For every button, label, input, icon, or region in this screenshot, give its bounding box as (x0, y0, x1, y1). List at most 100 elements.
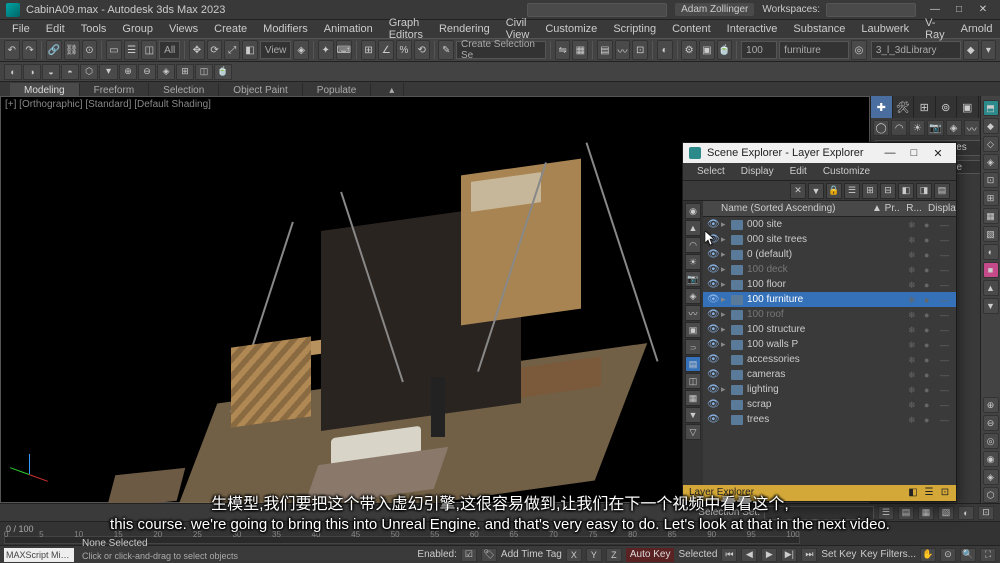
close-button[interactable]: ✕ (972, 3, 994, 17)
selected-label[interactable]: Selected (678, 549, 717, 560)
bind-button[interactable]: ⊙ (82, 40, 98, 60)
visibility-icon[interactable]: 👁 (707, 294, 721, 305)
setkey-label[interactable]: Set Key (821, 549, 856, 560)
layer-row[interactable]: 👁scrap❄●— (703, 397, 956, 412)
se-filter-warp[interactable]: 〰 (685, 305, 701, 321)
menu-content[interactable]: Content (664, 21, 719, 37)
render-flag[interactable]: ● (924, 340, 934, 350)
transform-y[interactable]: Y (586, 548, 602, 562)
strip-btn-7[interactable]: ▦ (983, 208, 999, 224)
maxscript-listener[interactable]: MAXScript Mi… (4, 548, 74, 562)
menu-group[interactable]: Group (114, 21, 161, 37)
layer-row[interactable]: 👁▸100 deck❄●— (703, 262, 956, 277)
sec-btn-9[interactable]: ⊞ (176, 64, 194, 80)
se-tb-search[interactable]: ✕ (790, 183, 806, 199)
render-frame-button[interactable]: ▣ (699, 40, 715, 60)
render-flag[interactable]: ● (924, 400, 934, 410)
se-menu-display[interactable]: Display (733, 164, 782, 179)
play-end[interactable]: ⏭ (801, 548, 817, 562)
spacewarps-cat[interactable]: 〰 (964, 120, 980, 136)
percent-snap-toggle[interactable]: % (396, 40, 412, 60)
se-close[interactable]: ✕ (926, 147, 950, 160)
se-tb-new[interactable]: ☰ (844, 183, 860, 199)
link-button[interactable]: 🔗 (46, 40, 62, 60)
strip-btn-6[interactable]: ⊞ (983, 190, 999, 206)
render-flag[interactable]: ● (924, 415, 934, 425)
freeze-flag[interactable]: ❄ (908, 340, 918, 350)
layer-row[interactable]: 👁▸100 roof❄●— (703, 307, 956, 322)
sec-btn-teapot[interactable]: 🍵 (214, 64, 232, 80)
se-tb-color1[interactable]: ◧ (898, 183, 914, 199)
ref-coord-dropdown[interactable]: View (260, 41, 292, 59)
isolate-button[interactable]: ◎ (851, 40, 867, 60)
transform-z[interactable]: Z (606, 548, 622, 562)
sec-btn-1[interactable]: ◐ (4, 64, 22, 80)
se-filter-x4[interactable]: ▽ (685, 424, 701, 440)
expand-icon[interactable]: ▸ (721, 339, 731, 350)
keyboard-button[interactable]: ⌨ (336, 40, 352, 60)
visibility-icon[interactable]: 👁 (707, 219, 721, 230)
freeze-flag[interactable]: ❄ (908, 250, 918, 260)
render-flag[interactable]: ● (924, 250, 934, 260)
render-flag[interactable]: ● (924, 220, 934, 230)
freeze-flag[interactable]: ❄ (908, 385, 918, 395)
freeze-flag[interactable]: ❄ (908, 235, 918, 245)
se-tb-color2[interactable]: ◨ (916, 183, 932, 199)
nav-max[interactable]: ⛶ (980, 548, 996, 562)
se-filter-x2[interactable]: ▦ (685, 390, 701, 406)
strip-btn-b2[interactable]: ⊖ (983, 415, 999, 431)
freeze-flag[interactable]: ❄ (908, 415, 918, 425)
display-flag[interactable]: — (940, 220, 950, 230)
display-flag[interactable]: — (940, 400, 950, 410)
se-tb-lock[interactable]: 🔒 (826, 183, 842, 199)
keyfilters-label[interactable]: Key Filters... (860, 549, 916, 560)
lights-cat[interactable]: ☀ (909, 120, 925, 136)
select-name-button[interactable]: ☰ (124, 40, 140, 60)
expand-icon[interactable]: ▸ (721, 264, 731, 275)
strip-btn-11[interactable]: ▲ (983, 280, 999, 296)
strip-btn-b4[interactable]: ◉ (983, 451, 999, 467)
menu-animation[interactable]: Animation (316, 21, 381, 37)
se-tb-filter[interactable]: ▼ (808, 183, 824, 199)
se-foot-2[interactable]: ☰ (922, 485, 936, 501)
layer-row[interactable]: 👁▸100 floor❄●— (703, 277, 956, 292)
visibility-icon[interactable]: 👁 (707, 414, 721, 425)
visibility-icon[interactable]: 👁 (707, 369, 721, 380)
layer-row[interactable]: 👁cameras❄●— (703, 367, 956, 382)
unknown-toolbar-2[interactable]: ▾ (981, 40, 997, 60)
strip-btn-b3[interactable]: ◎ (983, 433, 999, 449)
layer-row[interactable]: 👁▸100 walls P❄●— (703, 337, 956, 352)
menu-scripting[interactable]: Scripting (605, 21, 664, 37)
se-tree[interactable]: Name (Sorted Ascending) ▲ Pr... R... Dis… (703, 201, 956, 485)
rotate-button[interactable]: ⟳ (207, 40, 223, 60)
visibility-icon[interactable]: 👁 (707, 309, 721, 320)
display-flag[interactable]: — (940, 295, 950, 305)
placement-button[interactable]: ◧ (242, 40, 258, 60)
se-filter-bone[interactable]: ⸧ (685, 339, 701, 355)
enabled-check[interactable]: ☑ (461, 548, 477, 562)
workspaces-dropdown[interactable] (826, 3, 916, 17)
menu-edit[interactable]: Edit (38, 21, 73, 37)
add-time-tag[interactable]: Add Time Tag (501, 549, 562, 560)
schematic-button[interactable]: ⊡ (632, 40, 648, 60)
display-flag[interactable]: — (940, 415, 950, 425)
se-filter-helper[interactable]: ◈ (685, 288, 701, 304)
helpers-cat[interactable]: ◈ (946, 120, 962, 136)
play-start[interactable]: ⏮ (721, 548, 737, 562)
freeze-flag[interactable]: ❄ (908, 400, 918, 410)
menu-interactive[interactable]: Interactive (719, 21, 786, 37)
ss-btn-3[interactable]: ▦ (918, 506, 934, 520)
selection-set-dropdown[interactable] (764, 506, 874, 520)
render-flag[interactable]: ● (924, 295, 934, 305)
cameras-cat[interactable]: 📷 (927, 120, 943, 136)
menu-views[interactable]: Views (161, 21, 206, 37)
render-button[interactable]: 🍵 (717, 40, 733, 60)
se-filter-layer[interactable]: ▤ (685, 356, 701, 372)
menu-rendering[interactable]: Rendering (431, 21, 498, 37)
nav-zoom[interactable]: 🔍 (960, 548, 976, 562)
visibility-icon[interactable]: 👁 (707, 399, 721, 410)
layer-row[interactable]: 👁▸lighting❄●— (703, 382, 956, 397)
layer-row[interactable]: 👁accessories❄●— (703, 352, 956, 367)
transform-x[interactable]: X (566, 548, 582, 562)
se-filter-all[interactable]: ◉ (685, 203, 701, 219)
